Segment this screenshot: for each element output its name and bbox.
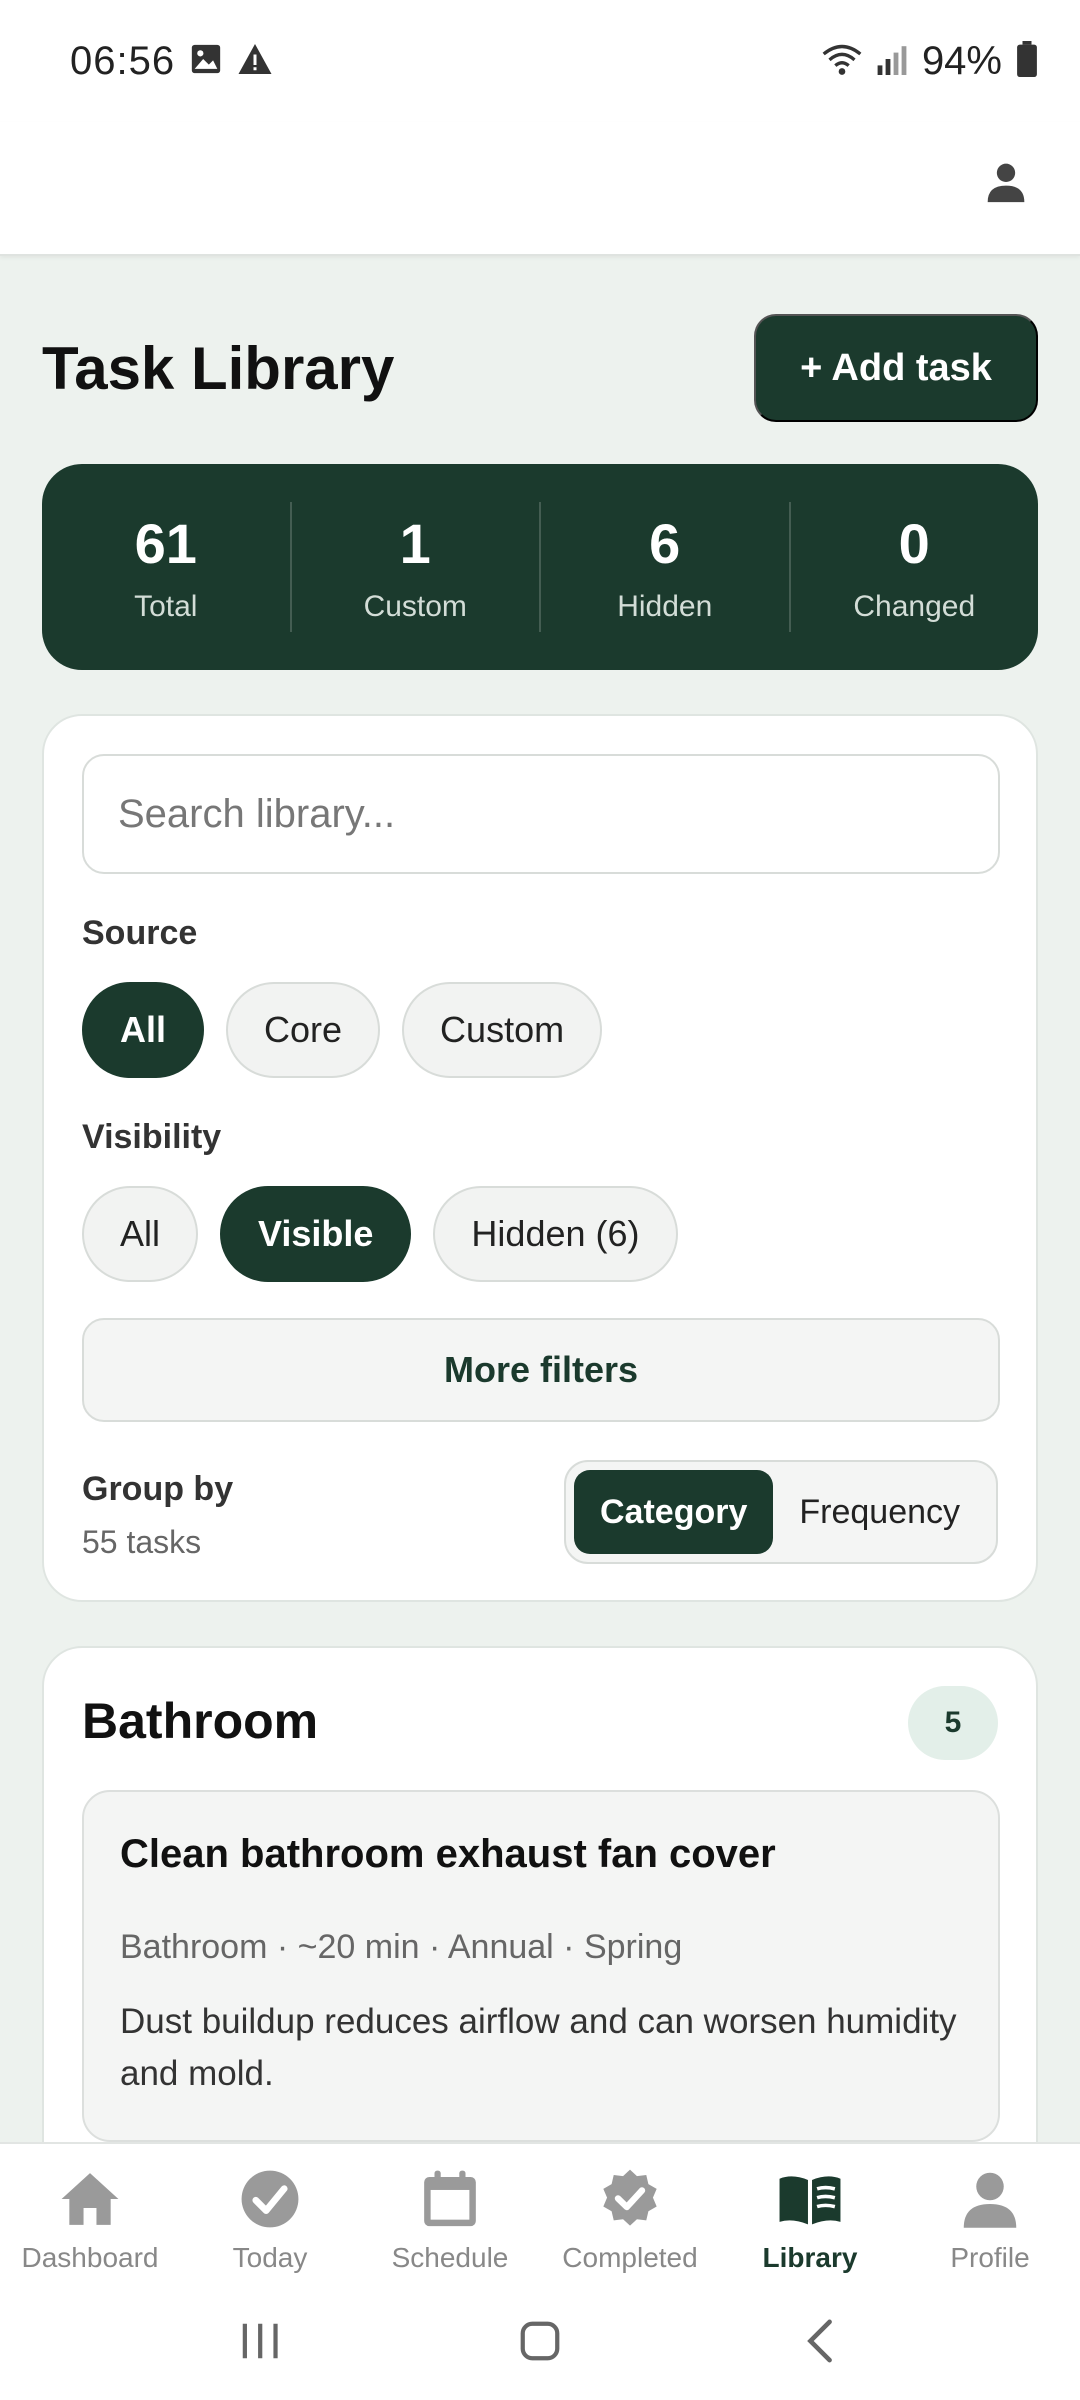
status-time: 06:56	[70, 38, 176, 83]
category-title: Bathroom	[82, 1693, 319, 1749]
nav-label: Completed	[562, 2242, 698, 2273]
search-input[interactable]	[82, 754, 1000, 874]
source-chips: All Core Custom	[82, 982, 603, 1078]
group-by-toggle: Category Frequency	[564, 1460, 998, 1564]
more-filters-button[interactable]: More filters	[82, 1318, 1000, 1422]
stat-label: Changed	[853, 589, 976, 623]
wifi-icon	[822, 42, 862, 81]
source-chip-core[interactable]: Core	[226, 982, 381, 1078]
back-button[interactable]	[780, 2306, 860, 2376]
nav-label: Profile	[950, 2242, 1030, 2273]
stat-custom: 1 Custom	[289, 502, 540, 632]
stat-label: Custom	[363, 589, 467, 623]
system-nav-bar	[0, 2282, 1080, 2400]
nav-completed[interactable]: Completed	[540, 2144, 720, 2282]
group-by-label: Group by	[82, 1470, 234, 1508]
stat-total: 61 Total	[42, 502, 290, 632]
stat-value: 61	[134, 511, 197, 575]
stat-changed: 0 Changed	[788, 502, 1039, 632]
nav-profile[interactable]: Profile	[900, 2144, 1080, 2282]
book-icon	[777, 2166, 843, 2232]
nav-library[interactable]: Library	[720, 2144, 900, 2282]
person-icon	[987, 163, 1025, 203]
app-header	[0, 122, 1080, 256]
task-meta: Bathroom · ~20 min · Annual · Spring	[120, 1928, 683, 1966]
add-task-button[interactable]: + Add task	[754, 314, 1038, 422]
nav-label: Library	[762, 2242, 858, 2273]
badge-check-icon	[597, 2166, 663, 2232]
nav-label: Schedule	[391, 2242, 509, 2273]
page-title-row: Task Library + Add task	[42, 314, 1038, 422]
battery-percent: 94%	[921, 38, 1002, 83]
category-count-badge: 5	[908, 1686, 998, 1760]
source-chip-custom[interactable]: Custom	[402, 982, 603, 1078]
nav-today[interactable]: Today	[180, 2144, 360, 2282]
status-bar: 06:56 94%	[0, 0, 1080, 122]
stat-value: 0	[898, 511, 930, 575]
recents-button[interactable]	[220, 2306, 300, 2376]
group-by-category[interactable]: Category	[574, 1470, 774, 1554]
home-square-icon	[520, 2321, 560, 2361]
source-label: Source	[82, 914, 198, 952]
status-left: 06:56	[70, 39, 273, 84]
battery-icon	[1016, 40, 1038, 82]
nav-label: Dashboard	[21, 2242, 159, 2273]
account-button[interactable]	[968, 144, 1044, 220]
task-title: Clean bathroom exhaust fan cover	[120, 1832, 776, 1876]
warning-icon	[237, 42, 273, 81]
home-icon	[57, 2166, 123, 2232]
signal-icon	[876, 42, 908, 81]
task-count: 55 tasks	[82, 1524, 202, 1560]
stat-value: 6	[649, 511, 681, 575]
nav-dashboard[interactable]: Dashboard	[0, 2144, 180, 2282]
stat-hidden: 6 Hidden	[539, 502, 789, 632]
task-description: Dust buildup reduces airflow and can wor…	[120, 2002, 957, 2093]
nav-label: Today	[232, 2242, 308, 2273]
page-title: Task Library	[42, 335, 395, 402]
bottom-nav: Dashboard Today Schedule Completed Libra…	[0, 2142, 1080, 2282]
group-by-frequency[interactable]: Frequency	[773, 1470, 986, 1554]
stat-label: Total	[134, 589, 198, 623]
status-right: 94%	[822, 39, 1038, 84]
back-chevron-icon	[807, 2319, 832, 2363]
image-notification-icon	[189, 42, 223, 81]
nav-schedule[interactable]: Schedule	[360, 2144, 540, 2282]
recents-icon	[242, 2323, 278, 2359]
source-chip-all[interactable]: All	[82, 982, 205, 1078]
stat-value: 1	[399, 511, 431, 575]
visibility-chip-all[interactable]: All	[82, 1186, 199, 1282]
person-icon	[957, 2166, 1023, 2232]
visibility-chip-visible[interactable]: Visible	[220, 1186, 412, 1282]
home-button[interactable]	[500, 2306, 580, 2376]
stat-label: Hidden	[617, 589, 713, 623]
visibility-label: Visibility	[82, 1118, 222, 1156]
filter-card: Source All Core Custom Visibility All Vi…	[42, 714, 1038, 1602]
visibility-chip-hidden[interactable]: Hidden (6)	[433, 1186, 678, 1282]
check-circle-icon	[237, 2166, 303, 2232]
calendar-icon	[417, 2166, 483, 2232]
stats-card: 61 Total 1 Custom 6 Hidden 0 Changed	[42, 464, 1038, 670]
visibility-chips: All Visible Hidden (6)	[82, 1186, 678, 1282]
task-item[interactable]: Clean bathroom exhaust fan cover Bathroo…	[82, 1790, 1000, 2142]
